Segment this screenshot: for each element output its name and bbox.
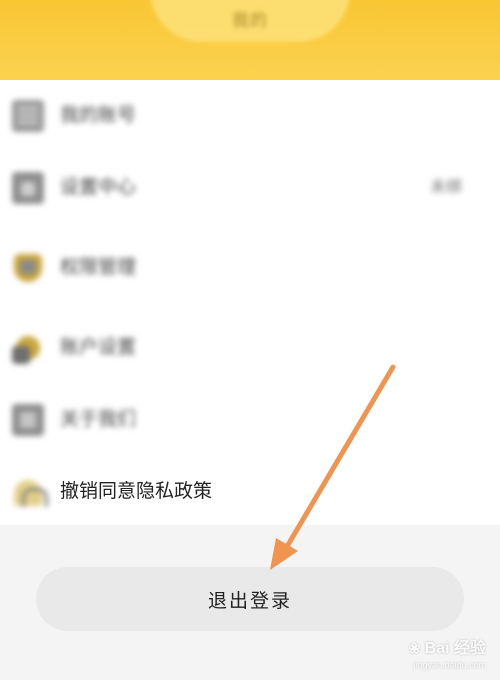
logout-button[interactable]: 退出登录 — [36, 567, 464, 631]
gear-icon — [12, 332, 44, 364]
menu-item-label: 设置中心 — [60, 176, 137, 198]
menu-item-account[interactable]: 我的账号 — [0, 88, 500, 144]
menu-item-permissions[interactable]: 权限管理 — [0, 240, 500, 296]
menu-item-label: 权限管理 — [60, 256, 137, 278]
info-icon — [12, 404, 44, 436]
menu-item-label: 我的账号 — [60, 104, 137, 126]
menu-item-settings[interactable]: 设置中心 未绑 — [0, 160, 500, 216]
menu-item-value: 未绑 — [429, 177, 462, 196]
watermark-logo: ❀ Bai 经验 — [408, 634, 486, 658]
menu-item-revoke-privacy[interactable]: 撤销同意隐私政策 — [0, 464, 500, 520]
shield-icon — [12, 252, 44, 284]
menu-item-label: 账户设置 — [60, 336, 137, 358]
watermark-text: Bai 经验 — [424, 640, 486, 657]
menu-list: 我的账号 设置中心 未绑 权限管理 账户设置 关于我们 撤销同意隐私政策 — [0, 80, 500, 525]
menu-item-account-settings[interactable]: 账户设置 — [0, 320, 500, 376]
page-title: 我的 — [232, 11, 268, 31]
menu-item-label: 关于我们 — [60, 408, 137, 430]
lock-icon — [12, 172, 44, 204]
menu-item-about[interactable]: 关于我们 — [0, 392, 500, 448]
watermark-url: jingyan.baidu.com — [413, 660, 486, 670]
document-icon — [12, 100, 44, 132]
screen: 我的 我的账号 设置中心 未绑 权限管理 账户设置 关于我们 撤销同意隐私政策 … — [0, 0, 500, 680]
watermark: ❀ Bai 经验 jingyan.baidu.com — [408, 634, 486, 670]
paw-icon: ❀ — [408, 640, 421, 656]
menu-item-label: 撤销同意隐私政策 — [60, 480, 213, 502]
header-bar: 我的 — [0, 0, 500, 80]
revoke-icon — [12, 478, 48, 508]
